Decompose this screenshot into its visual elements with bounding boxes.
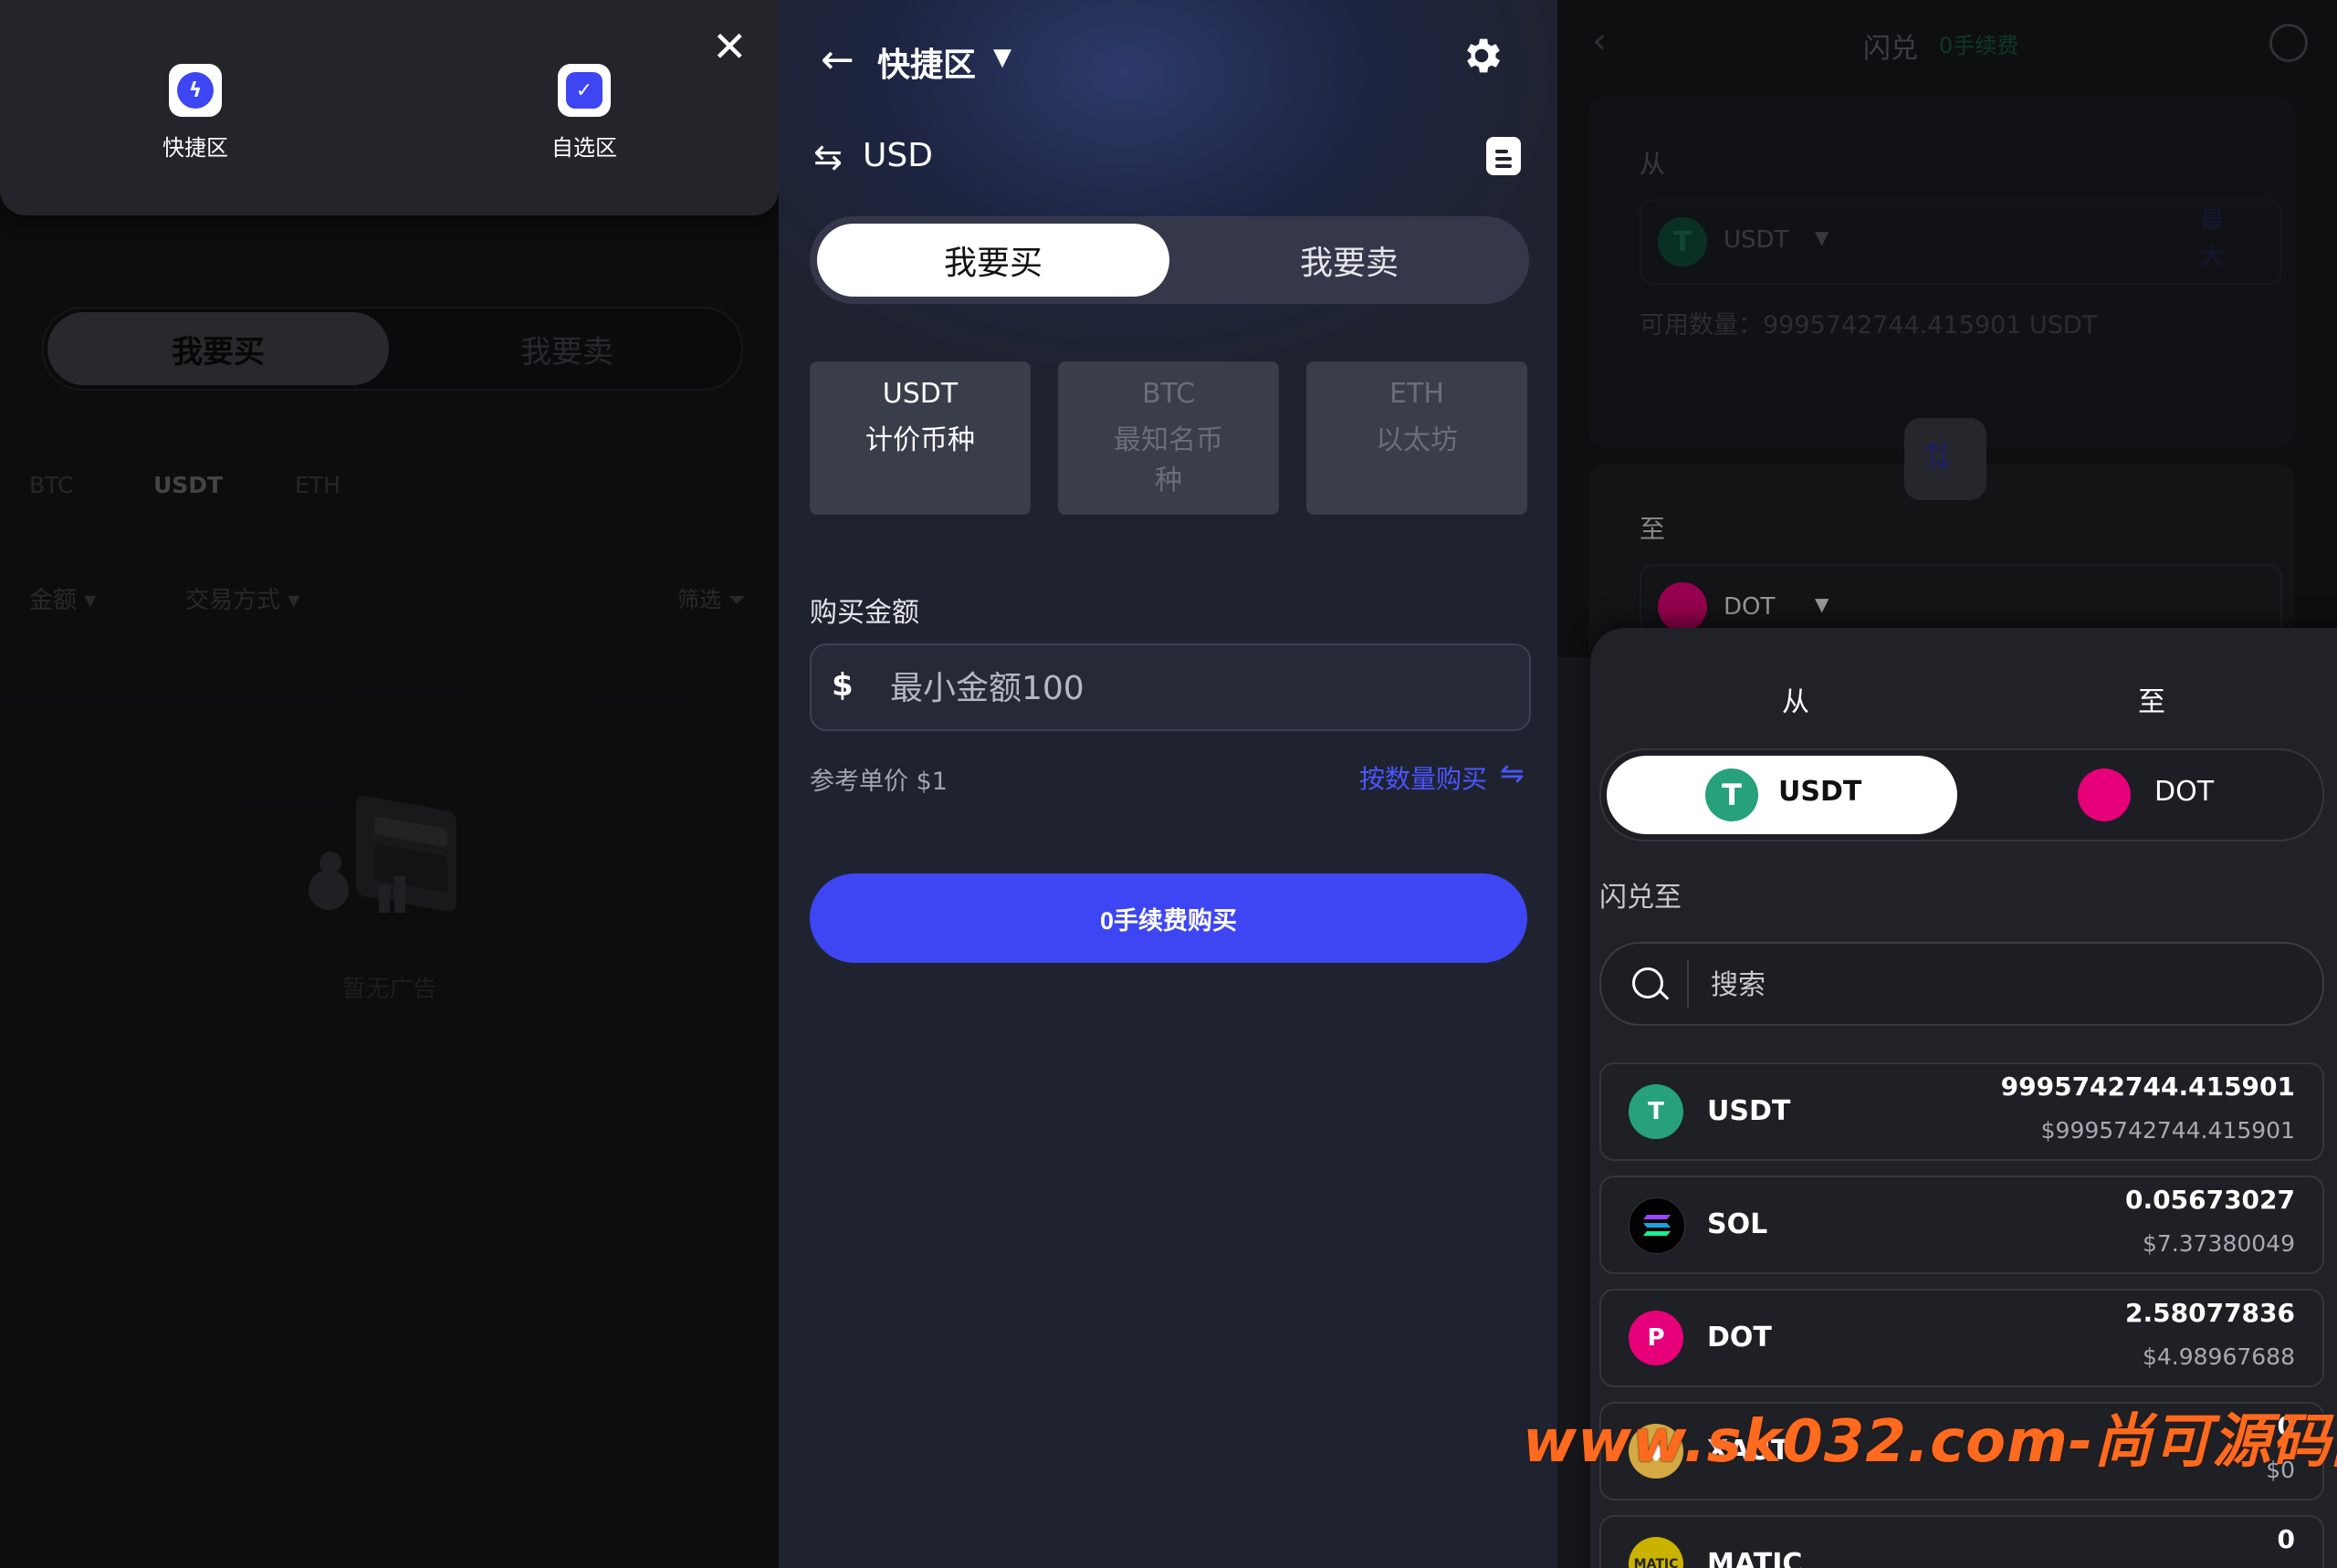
gear-icon[interactable] xyxy=(1459,33,1504,78)
watermark-text: www.sk032.com-尚可源码网 xyxy=(1523,1408,2337,1476)
buy-amount-label: 购买金额 xyxy=(810,597,919,629)
fiat-currency[interactable]: USD xyxy=(863,137,933,174)
asset-symbol: USDT xyxy=(1707,1095,1791,1127)
reference-price: 参考单价 $1 xyxy=(810,768,948,796)
currency-desc: 最知名币种 xyxy=(1114,424,1223,497)
quick-menu-popup: ϟ 快捷区 ✓ 自选区 ✕ xyxy=(0,0,779,215)
currency-desc: 计价币种 xyxy=(865,424,975,456)
back-arrow-icon[interactable]: ← xyxy=(821,37,854,83)
asset-row-matic[interactable]: MATIC MATIC 0 xyxy=(1599,1515,2324,1568)
sol-coin-icon xyxy=(1629,1197,1685,1254)
middle-panel: ← 快捷区 ▼ ⇆ USD 我要买 我要卖 USDT 计价币种 BTC 最知名币… xyxy=(779,0,1557,1568)
from-to-toggle[interactable]: T USDT DOT xyxy=(1599,748,2324,841)
asset-usd-value: $7.37380049 xyxy=(2142,1230,2295,1257)
buy-button[interactable]: 0手续费购买 xyxy=(810,873,1527,963)
from-coin-option[interactable]: T USDT xyxy=(1607,756,1957,834)
currency-code: BTC xyxy=(1141,378,1196,410)
self-select-icon: ✓ xyxy=(558,64,611,117)
search-icon xyxy=(1632,967,1663,998)
asset-amount: 2.58077836 xyxy=(2125,1298,2295,1328)
quick-zone-item[interactable]: ϟ 快捷区 xyxy=(122,64,268,162)
asset-row-sol[interactable]: SOL 0.05673027 $7.37380049 xyxy=(1599,1176,2324,1274)
amount-field[interactable]: $ xyxy=(810,643,1531,731)
left-panel: 我要买 我要卖 BTC USDT ETH 金额 ▾ 交易方式 ▾ 筛选 ⏷ 暂无… xyxy=(0,0,779,1568)
currency-code: ETH xyxy=(1389,378,1444,410)
asset-usd-value: $9995742744.415901 xyxy=(2040,1117,2295,1144)
page-title[interactable]: 快捷区 xyxy=(877,38,976,86)
buy-tab[interactable]: 我要买 xyxy=(817,224,1169,297)
dot-coin-icon xyxy=(2078,768,2131,821)
close-icon[interactable]: ✕ xyxy=(712,26,748,68)
dollar-sign: $ xyxy=(832,667,854,704)
currency-desc: 以太坊 xyxy=(1376,424,1458,456)
asset-row-dot[interactable]: P DOT 2.58077836 $4.98967688 xyxy=(1599,1289,2324,1387)
matic-coin-icon: MATIC xyxy=(1629,1537,1683,1568)
asset-amount: 9995742744.415901 xyxy=(2000,1071,2295,1102)
asset-symbol: MATIC xyxy=(1707,1548,1803,1568)
currency-card-btc[interactable]: BTC 最知名币种 xyxy=(1058,361,1279,515)
coin-name: DOT xyxy=(2154,776,2215,808)
overlay-dim[interactable] xyxy=(0,0,779,1568)
asset-row-usdt[interactable]: T USDT 9995742744.415901 $9995742744.415… xyxy=(1599,1062,2324,1161)
header: ← 快捷区 ▼ xyxy=(779,0,1557,119)
asset-usd-value: $4.98967688 xyxy=(2142,1343,2295,1370)
swap-to-label: 闪兑至 xyxy=(1599,882,1682,914)
buy-sell-toggle[interactable]: 我要买 我要卖 xyxy=(810,216,1529,304)
currency-card-eth[interactable]: ETH 以太坊 xyxy=(1306,361,1527,515)
asset-amount: 0 xyxy=(2277,1524,2295,1554)
order-document-icon[interactable] xyxy=(1486,137,1521,175)
tab-from[interactable]: 从 xyxy=(1782,679,1809,719)
asset-symbol: SOL xyxy=(1707,1208,1768,1240)
asset-symbol: DOT xyxy=(1707,1322,1772,1354)
divider xyxy=(1687,960,1689,1008)
buy-by-quantity-link[interactable]: 按数量购买 xyxy=(1359,759,1487,796)
switch-icon[interactable]: ⇋ xyxy=(1500,756,1525,790)
search-input[interactable] xyxy=(1709,958,2297,1011)
amount-input[interactable] xyxy=(888,660,1513,716)
overlay-dim[interactable] xyxy=(1557,0,2337,657)
currency-card-usdt[interactable]: USDT 计价币种 xyxy=(810,361,1031,515)
right-panel: ‹ 闪兑 0手续费 从 T USDT ▼ 最大 可用数量：9995742744.… xyxy=(1557,0,2337,1568)
caret-down-icon[interactable]: ▼ xyxy=(993,44,1011,71)
tab-to[interactable]: 至 xyxy=(2138,679,2165,719)
swap-currency-icon[interactable]: ⇆ xyxy=(813,137,843,177)
sell-tab[interactable]: 我要卖 xyxy=(1173,224,1525,297)
quick-zone-icon: ϟ xyxy=(169,64,222,117)
search-field[interactable] xyxy=(1599,942,2324,1026)
dot-coin-icon: P xyxy=(1629,1311,1683,1365)
self-select-label: 自选区 xyxy=(551,135,617,161)
coin-name: USDT xyxy=(1778,776,1862,808)
currency-code: USDT xyxy=(882,378,959,410)
usdt-coin-icon: T xyxy=(1629,1084,1683,1139)
swap-form-background: ‹ 闪兑 0手续费 从 T USDT ▼ 最大 可用数量：9995742744.… xyxy=(1557,0,2337,664)
usdt-coin-icon: T xyxy=(1705,768,1758,821)
self-select-item[interactable]: ✓ 自选区 xyxy=(511,64,657,162)
quick-zone-label: 快捷区 xyxy=(162,135,228,161)
asset-amount: 0.05673027 xyxy=(2125,1185,2295,1215)
